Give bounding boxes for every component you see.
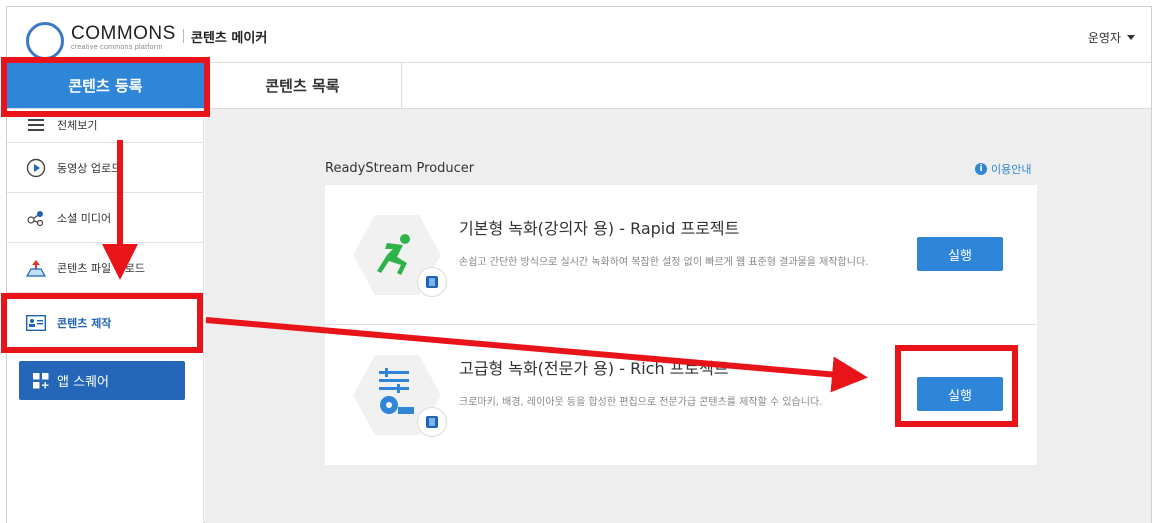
sidebar-item-label: 전체보기 [57,118,98,132]
tab-content-list[interactable]: 콘텐츠 목록 [204,63,402,108]
commons-logo-icon [26,22,64,60]
user-name: 운영자 [1087,31,1121,45]
card-title: 고급형 녹화(전문가 용) - Rich 프로젝트 [459,359,729,378]
sidebar-item-file-upload[interactable]: 콘텐츠 파일 업로드 [7,243,204,293]
help-link[interactable]: i 이용안내 [975,161,1031,177]
help-link-label: 이용안내 [991,163,1032,176]
tab-bar: 콘텐츠 등록 콘텐츠 목록 [7,63,1151,109]
app-badge-icon [417,267,447,297]
project-card-rapid: 기본형 녹화(강의자 용) - Rapid 프로젝트 손쉽고 간단한 방식으로 … [325,185,1037,325]
run-button-rich[interactable]: 실행 [917,377,1003,411]
share-icon [25,207,47,229]
sidebar-item-content-create[interactable]: 콘텐츠 제작 [7,293,204,353]
main-content: ReadyStream Producer i 이용안내 기본형 녹화(강의자 용… [205,109,1151,523]
info-icon: i [975,163,987,175]
user-menu[interactable]: 운영자 [1088,29,1135,46]
caret-down-icon [1127,35,1135,40]
sidebar-item-label: 동영상 업로드 [57,161,122,175]
card-title: 기본형 녹화(강의자 용) - Rapid 프로젝트 [459,219,740,238]
sidebar-item-label: 콘텐츠 파일 업로드 [57,261,145,275]
sidebar-item-social-media[interactable]: 소셜 미디어 [7,193,204,243]
sidebar-item-label: 콘텐츠 제작 [57,316,112,330]
header-divider [183,29,184,43]
card-description: 크로마키, 배경, 레이아웃 등을 합성한 편집으로 전문가급 콘텐츠를 제작할… [459,397,823,408]
sidebar-item-all[interactable]: 전체보기 [7,107,204,143]
app-title: 콘텐츠 메이커 [191,31,268,46]
card-description: 손쉽고 간단한 방식으로 실시간 녹화하여 복잡한 설정 없이 빠르게 웹 표준… [459,257,869,268]
play-circle-icon [25,157,47,179]
app-square-label: 앱 스퀘어 [57,375,109,390]
sidebar-item-label: 소셜 미디어 [57,211,112,225]
menu-icon [25,114,47,136]
section-title: ReadyStream Producer [325,161,475,176]
app-badge-icon [417,407,447,437]
sidebar-item-video-upload[interactable]: 동영상 업로드 [7,143,204,193]
run-button-rapid[interactable]: 실행 [917,237,1003,271]
app-window: COMMONS creative commons platform 콘텐츠 메이… [6,6,1152,523]
app-grid-icon [33,372,49,389]
upload-icon [25,257,47,279]
header: COMMONS creative commons platform 콘텐츠 메이… [7,7,1151,63]
app-square-button[interactable]: 앱 스퀘어 [19,361,185,400]
tab-content-register[interactable]: 콘텐츠 등록 [7,63,204,108]
logo-subtitle: creative commons platform [71,44,163,51]
content-create-icon [25,312,47,334]
project-card-rich: 고급형 녹화(전문가 용) - Rich 프로젝트 크로마키, 배경, 레이아웃… [325,325,1037,465]
logo-text: COMMONS [71,23,176,44]
sidebar: 전체보기 동영상 업로드 소셜 미디어 콘텐츠 파일 업로드 콘텐츠 제작 앱 … [7,109,204,523]
